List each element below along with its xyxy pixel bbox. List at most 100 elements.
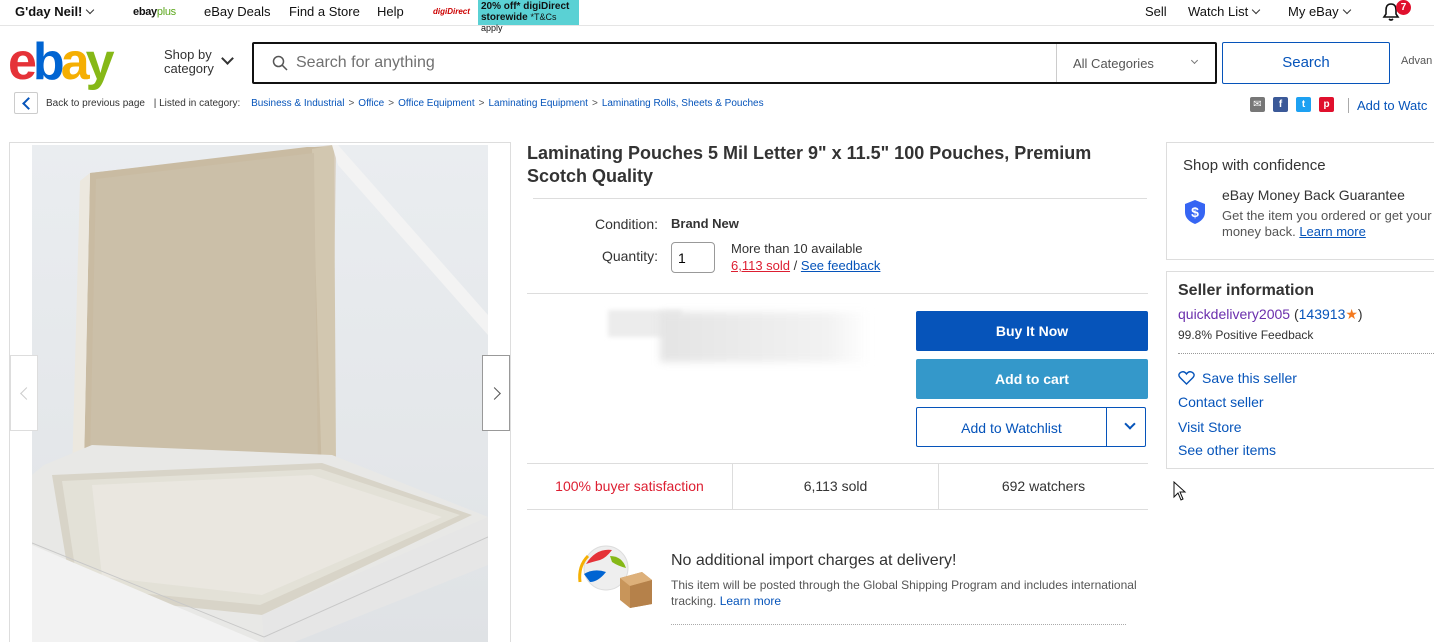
add-to-cart-button[interactable]: Add to cart [916, 359, 1148, 399]
search-button[interactable]: Search [1222, 42, 1390, 84]
sell-link[interactable]: Sell [1145, 4, 1167, 19]
breadcrumb-item[interactable]: Business & Industrial [251, 98, 344, 109]
logo-y: y [85, 33, 115, 91]
add-to-watchlist-label: Add to Watchlist [961, 420, 1062, 436]
help-link[interactable]: Help [377, 4, 404, 19]
ebay-logo[interactable]: ebay [8, 33, 115, 91]
back-arrow-button[interactable] [14, 92, 38, 114]
next-image-button[interactable] [482, 355, 510, 431]
see-other-items-link[interactable]: See other items [1178, 442, 1276, 458]
breadcrumb: Back to previous page | Listed in catego… [46, 98, 764, 109]
shop-by-category-button[interactable]: Shop by category [164, 48, 214, 76]
breadcrumb-separator: > [591, 98, 598, 109]
learn-more-link[interactable]: Learn more [720, 594, 781, 608]
sold-count-link[interactable]: 6,113 sold [731, 258, 790, 273]
condition-label: Condition: [594, 216, 658, 232]
divider [1178, 353, 1434, 354]
import-charges-title: No additional import charges at delivery… [671, 552, 957, 569]
twitter-share-icon[interactable]: t [1296, 97, 1311, 112]
breadcrumb-item[interactable]: Office [358, 98, 384, 109]
watch-list-label: Watch List [1188, 4, 1249, 19]
category-select[interactable]: All Categories [1056, 44, 1217, 82]
listing-title: Laminating Pouches 5 Mil Letter 9" x 11.… [527, 143, 1092, 186]
watchers-stat: 692 watchers [1001, 478, 1086, 494]
facebook-share-icon[interactable]: f [1273, 97, 1288, 112]
buyer-satisfaction-stat: 100% buyer satisfaction [527, 464, 733, 510]
quantity-label: Quantity: [601, 248, 658, 264]
add-to-watchlist-button[interactable]: Add to Watchlist [916, 407, 1146, 447]
see-feedback-link[interactable]: See feedback [801, 258, 881, 273]
watch-list-menu[interactable]: Watch List [1188, 4, 1261, 19]
logo-a: a [60, 33, 90, 91]
add-to-watchlist-link[interactable]: Add to Watc [1348, 98, 1427, 113]
star-icon: ★ [1345, 306, 1358, 322]
ebay-deals-link[interactable]: eBay Deals [204, 4, 270, 19]
contact-seller-link[interactable]: Contact seller [1178, 394, 1264, 410]
previous-image-button[interactable] [10, 355, 38, 431]
quantity-input[interactable] [671, 242, 715, 273]
logo-e: e [8, 33, 37, 91]
category-select-value: All Categories [1073, 56, 1154, 71]
ebay-plus-plus: plus [156, 6, 176, 18]
my-ebay-label: My eBay [1288, 4, 1339, 19]
ebay-plus-link[interactable]: ebayplus [133, 6, 176, 18]
visit-store-link[interactable]: Visit Store [1178, 419, 1242, 435]
chevron-down-icon [1251, 5, 1261, 15]
price-redacted [660, 312, 870, 362]
chevron-down-icon [221, 52, 234, 65]
seller-name-link[interactable]: quickdelivery2005 [1178, 306, 1290, 322]
breadcrumb-separator: > [388, 98, 395, 109]
divider [527, 293, 1148, 294]
panel-title: Shop with confidence [1183, 157, 1326, 174]
email-share-icon[interactable]: ✉ [1250, 97, 1265, 112]
divider [1106, 408, 1107, 446]
promo-line1: 20% off* digiDirect [481, 1, 570, 12]
search-input[interactable] [296, 52, 996, 74]
save-seller-link[interactable]: Save this seller [1178, 370, 1297, 386]
search-bar: All Categories [252, 42, 1217, 84]
advanced-search-link[interactable]: Advan [1401, 55, 1432, 67]
promo-text: 20% off* digiDirect storewide *T&Cs appl… [478, 0, 579, 33]
availability-text: More than 10 available [731, 241, 863, 256]
breadcrumb-item[interactable]: Laminating Rolls, Sheets & Pouches [602, 98, 764, 109]
top-nav-bar: G'day Neil! ebayplus eBay Deals Find a S… [0, 0, 1434, 33]
greeting-text: G'day Neil! [15, 4, 83, 19]
shop-with-confidence-panel: Shop with confidence $ eBay Money Back G… [1166, 142, 1434, 260]
back-to-previous-link[interactable]: Back to previous page [46, 98, 145, 109]
chevron-down-icon[interactable] [1124, 418, 1136, 430]
breadcrumb-separator: > [348, 98, 355, 109]
find-store-link[interactable]: Find a Store [289, 4, 360, 19]
condition-value: Brand New [671, 216, 739, 231]
save-seller-label: Save this seller [1202, 370, 1297, 386]
breadcrumb-item[interactable]: Laminating Equipment [488, 98, 588, 109]
mouse-cursor-icon [1173, 481, 1187, 501]
chevron-down-icon [1190, 56, 1199, 65]
close-paren: ) [1357, 306, 1363, 322]
buy-it-now-button[interactable]: Buy It Now [916, 311, 1148, 351]
feedback-score-link[interactable]: 143913 [1299, 306, 1346, 322]
sold-stat: 6,113 sold [733, 464, 939, 510]
pinterest-share-icon[interactable]: p [1319, 97, 1334, 112]
product-photo[interactable] [32, 145, 488, 642]
seller-name-line: quickdelivery2005 (143913★) [1178, 306, 1363, 323]
image-gallery [9, 142, 511, 642]
slash-separator: / [793, 258, 798, 273]
money-back-desc: Get the item you ordered or get your mon… [1222, 208, 1432, 240]
promo-banner[interactable]: digiDirect 20% off* digiDirect storewide… [431, 0, 581, 33]
divider [533, 198, 1147, 199]
listed-in-label: | Listed in category: [153, 98, 241, 109]
sold-feedback-line: 6,113 sold / See feedback [731, 258, 880, 273]
divider [671, 624, 1126, 625]
ebay-plus-ebay: ebay [133, 6, 157, 18]
laminating-box-image [32, 145, 488, 642]
logo-b: b [32, 33, 65, 91]
notification-badge: 7 [1396, 0, 1411, 15]
import-charges-text: This item will be posted through the Glo… [671, 577, 1141, 609]
positive-feedback-text: 99.8% Positive Feedback [1178, 328, 1314, 342]
learn-more-link[interactable]: Learn more [1299, 224, 1365, 239]
breadcrumb-item[interactable]: Office Equipment [398, 98, 475, 109]
breadcrumb-separator: > [478, 98, 485, 109]
my-ebay-menu[interactable]: My eBay [1288, 4, 1351, 19]
greeting-menu[interactable]: G'day Neil! [15, 4, 95, 19]
shop-by-label-2: category [164, 61, 214, 76]
